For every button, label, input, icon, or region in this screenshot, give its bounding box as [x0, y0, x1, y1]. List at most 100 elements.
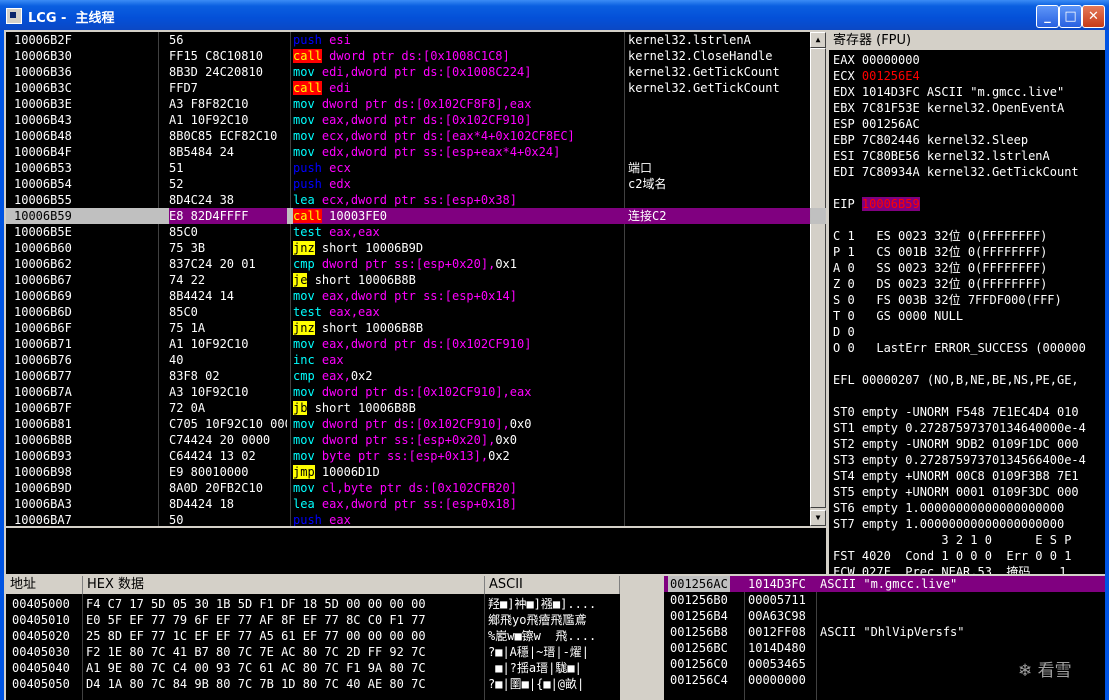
- disasm-row[interactable]: 10006B6F 75 1A jnz short 10006B8B: [6, 320, 826, 336]
- register-line[interactable]: ST7 empty 1.00000000000000000000: [833, 516, 1064, 532]
- registers-header[interactable]: 寄存器 (FPU): [829, 32, 1105, 50]
- register-line[interactable]: EIP 10006B59: [833, 196, 920, 212]
- register-line[interactable]: D 0: [833, 324, 855, 340]
- register-line[interactable]: ESP 001256AC: [833, 116, 920, 132]
- register-line[interactable]: S 0 FS 003B 32位 7FFDF000(FFF): [833, 292, 1062, 308]
- disasm-row[interactable]: 10006B71 A1 10F92C10 mov eax,dword ptr ds:…: [6, 336, 826, 352]
- register-line[interactable]: C 1 ES 0023 32位 0(FFFFFFFF): [833, 228, 1047, 244]
- register-value[interactable]: 10006B59: [861, 197, 920, 211]
- disasm-row[interactable]: 10006BA7 50 push eax: [6, 512, 826, 526]
- register-line[interactable]: EDX 1014D3FC ASCII "m.gmcc.live": [833, 84, 1064, 100]
- register-text: ESI 7C80BE56 kernel32.lstrlenA: [833, 149, 1050, 163]
- dump-row[interactable]: 00405030 F2 1E 80 7C 41 B7 80 7C 7E AC 80…: [6, 644, 620, 660]
- register-line[interactable]: T 0 GS 0000 NULL: [833, 308, 963, 324]
- register-line[interactable]: Z 0 DS 0023 32位 0(FFFFFFFF): [833, 276, 1047, 292]
- disasm-row[interactable]: 10006B93 C64424 13 02 mov byte ptr ss:[esp…: [6, 448, 826, 464]
- register-line[interactable]: EBP 7C802446 kernel32.Sleep: [833, 132, 1028, 148]
- registers-pane[interactable]: 寄存器 (FPU) EAX 00000000 ECX 001256E4 EDX 10…: [829, 32, 1105, 574]
- register-line[interactable]: A 0 SS 0023 32位 0(FFFFFFFF): [833, 260, 1047, 276]
- stack-row[interactable]: 001256B4 00A63C98: [664, 608, 1105, 624]
- register-line[interactable]: EAX 00000000: [833, 52, 920, 68]
- disasm-row[interactable]: 10006B54 52 push edx c2域名: [6, 176, 826, 192]
- title-bar[interactable]: LCG - 主线程 _ □ ✕: [0, 0, 1109, 30]
- register-line[interactable]: ST0 empty -UNORM F548 7E1EC4D4 010: [833, 404, 1079, 420]
- disasm-hex: 8B0C85 ECF82C10: [169, 129, 278, 143]
- disasm-row[interactable]: 10006B6D 85C0 test eax,eax: [6, 304, 826, 320]
- stack-row[interactable]: 001256AC 1014D3FC ASCII "m.gmcc.live": [664, 576, 1105, 592]
- disasm-operand: eax,dword ptr ds:[0x102CF910]: [321, 337, 532, 351]
- register-line[interactable]: P 1 CS 001B 32位 0(FFFFFFFF): [833, 244, 1047, 260]
- disasm-row[interactable]: 10006B48 8B0C85 ECF82C10 mov ecx,dword ptr…: [6, 128, 826, 144]
- disasm-row[interactable]: 10006B76 40 inc eax: [6, 352, 826, 368]
- register-line[interactable]: 3 2 1 0 E S P: [833, 532, 1071, 548]
- disasm-comment: 连接C2: [628, 208, 810, 224]
- disasm-hex: 8B3D 24C20810: [169, 65, 263, 79]
- disasm-row[interactable]: 10006B98 E9 80010000 jmp 10006D1D: [6, 464, 826, 480]
- disasm-row[interactable]: 10006B69 8B4424 14 mov eax,dword ptr ss:[e…: [6, 288, 826, 304]
- disasm-row[interactable]: 10006B8B C74424 20 0000 mov dword ptr ss:[…: [6, 432, 826, 448]
- dump-header-hex[interactable]: HEX 数据: [83, 576, 485, 594]
- disasm-row[interactable]: 10006B67 74 22 je short 10006B8B: [6, 272, 826, 288]
- disasm-hex: 8B4424 14: [169, 289, 235, 303]
- disasm-row[interactable]: 10006B55 8D4C24 38 lea ecx,dword ptr ss:[e…: [6, 192, 826, 208]
- register-line[interactable]: EFL 00000207 (NO,B,NE,BE,NS,PE,GE,: [833, 372, 1079, 388]
- dump-row[interactable]: 00405000 F4 C7 17 5D 05 30 1B 5D F1 DF 18…: [6, 596, 620, 612]
- register-line[interactable]: ST2 empty -UNORM 9DB2 0109F1DC 000: [833, 436, 1079, 452]
- disassembly-pane[interactable]: ▲ ▼ 10006B2F 56 push esi kernel32.lstrlenA 1…: [6, 32, 826, 526]
- dump-row[interactable]: 00405020 25 8D EF 77 1C EF EF 77 A5 61 EF…: [6, 628, 620, 644]
- disasm-row[interactable]: 10006B77 83F8 02 cmp eax,0x2: [6, 368, 826, 384]
- stack-pane[interactable]: 001256AC 1014D3FC ASCII "m.gmcc.live" 00125…: [664, 576, 1105, 700]
- disasm-row[interactable]: 10006B9D 8A0D 20FB2C10 mov cl,byte ptr ds:…: [6, 480, 826, 496]
- register-line[interactable]: EBX 7C81F53E kernel32.OpenEventA: [833, 100, 1064, 116]
- disasm-row[interactable]: 10006BA3 8D4424 18 lea eax,dword ptr ss:[e…: [6, 496, 826, 512]
- dump-header-ascii[interactable]: ASCII: [485, 576, 620, 594]
- app-icon[interactable]: [6, 8, 22, 24]
- disasm-row[interactable]: 10006B3E A3 F8F82C10 mov dword ptr ds:[0x1…: [6, 96, 826, 112]
- disasm-row[interactable]: 10006B36 8B3D 24C20810 mov edi,dword ptr d…: [6, 64, 826, 80]
- register-line[interactable]: ST5 empty +UNORM 0001 0109F3DC 000: [833, 484, 1079, 500]
- register-value[interactable]: 001256E4: [862, 69, 920, 83]
- disasm-row[interactable]: 10006B7A A3 10F92C10 mov dword ptr ds:[0x1…: [6, 384, 826, 400]
- register-line[interactable]: ST4 empty +UNORM 00C8 0109F3B8 7E1: [833, 468, 1079, 484]
- register-line[interactable]: ESI 7C80BE56 kernel32.lstrlenA: [833, 148, 1050, 164]
- register-line[interactable]: FST 4020 Cond 1 0 0 0 Err 0 0 1: [833, 548, 1071, 564]
- stack-row[interactable]: 001256B0 00005711: [664, 592, 1105, 608]
- disasm-row[interactable]: 10006B43 A1 10F92C10 mov eax,dword ptr ds:…: [6, 112, 826, 128]
- minimize-button[interactable]: _: [1036, 5, 1059, 28]
- register-line[interactable]: ST1 empty 0.27287597370134640000e-4: [833, 420, 1086, 436]
- disasm-row[interactable]: 10006B2F 56 push esi kernel32.lstrlenA: [6, 32, 826, 48]
- disasm-mnemonic: push: [293, 513, 322, 526]
- stack-row[interactable]: 001256BC 1014D480: [664, 640, 1105, 656]
- dump-row[interactable]: 00405040 A1 9E 80 7C C4 00 93 7C 61 AC 80…: [6, 660, 620, 676]
- memory-dump-pane[interactable]: 地址 HEX 数据 ASCII 00405000 F4 C7 17 5D 05 3…: [6, 576, 620, 700]
- disasm-row[interactable]: 10006B59 E8 82D4FFFF call 10003FE0 连接C2: [6, 208, 826, 224]
- dump-row[interactable]: 00405010 E0 5F EF 77 79 6F EF 77 AF 8F EF…: [6, 612, 620, 628]
- register-line[interactable]: O 0 LastErr ERROR_SUCCESS (000000: [833, 340, 1086, 356]
- stack-row[interactable]: 001256B8 0012FF08 ASCII "DhlVipVersfs": [664, 624, 1105, 640]
- register-line[interactable]: ST6 empty 1.00000000000000000000: [833, 500, 1064, 516]
- disasm-address: 10006B7F: [14, 401, 72, 415]
- register-line[interactable]: ST3 empty 0.27287597370134566400e-4: [833, 452, 1086, 468]
- disasm-operand: eax,dword ptr ds:[0x102CF910]: [321, 113, 532, 127]
- disasm-address: 10006B62: [14, 257, 72, 271]
- disasm-row[interactable]: 10006B81 C705 10F92C10 0000 mov dword ptr …: [6, 416, 826, 432]
- register-line[interactable]: ECX 001256E4: [833, 68, 920, 84]
- register-text: P 1 CS 001B 32位 0(FFFFFFFF): [833, 245, 1048, 259]
- register-line[interactable]: EDI 7C80934A kernel32.GetTickCount: [833, 164, 1079, 180]
- disasm-row[interactable]: 10006B30 FF15 C8C10810 call dword ptr ds:[…: [6, 48, 826, 64]
- dump-row[interactable]: 00405050 D4 1A 80 7C 84 9B 80 7C 7B 1D 80…: [6, 676, 620, 692]
- register-line[interactable]: FCW 027F Prec NEAR,53 掩码 1: [833, 564, 1067, 574]
- maximize-button[interactable]: □: [1059, 5, 1082, 28]
- disasm-hex: FFD7: [169, 81, 198, 95]
- disasm-row[interactable]: 10006B3C FFD7 call edi kernel32.GetTickCoun…: [6, 80, 826, 96]
- disasm-row[interactable]: 10006B4F 8B5484 24 mov edx,dword ptr ss:[e…: [6, 144, 826, 160]
- dump-header-address[interactable]: 地址: [6, 576, 83, 594]
- disasm-row[interactable]: 10006B5E 85C0 test eax,eax: [6, 224, 826, 240]
- close-button[interactable]: ✕: [1082, 5, 1105, 28]
- disasm-row[interactable]: 10006B53 51 push ecx 端口: [6, 160, 826, 176]
- disasm-row[interactable]: 10006B7F 72 0A jb short 10006B8B: [6, 400, 826, 416]
- disasm-row[interactable]: 10006B60 75 3B jnz short 10006B9D: [6, 240, 826, 256]
- disasm-mnemonic: inc: [293, 353, 315, 367]
- disasm-row[interactable]: 10006B62 837C24 20 01 cmp dword ptr ss:[es…: [6, 256, 826, 272]
- disasm-address: 10006B9D: [14, 481, 72, 495]
